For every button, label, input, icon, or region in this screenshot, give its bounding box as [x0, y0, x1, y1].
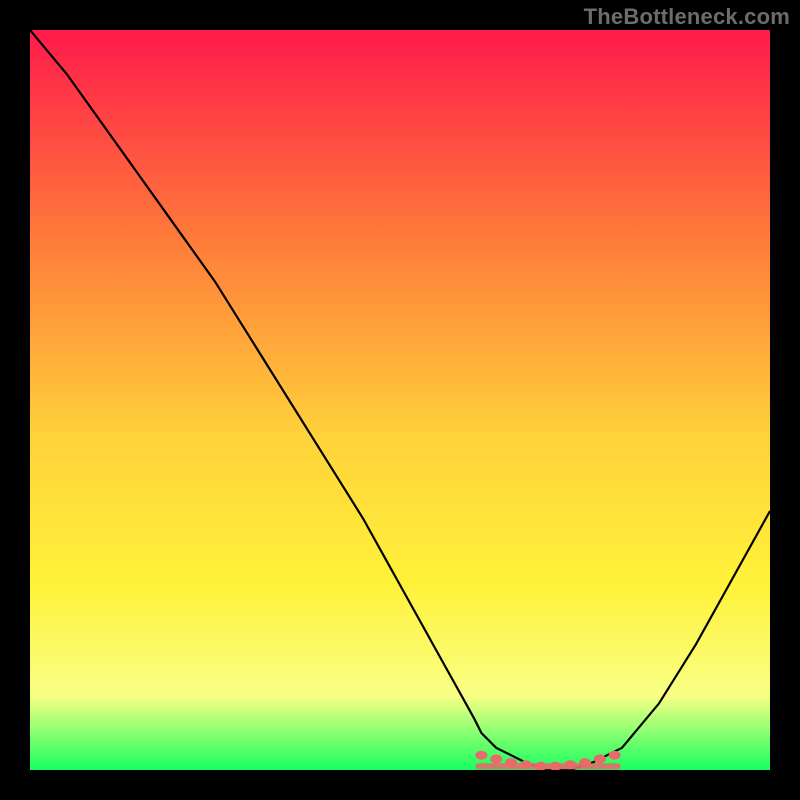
marker-dot [505, 758, 517, 767]
chart-frame: TheBottleneck.com [0, 0, 800, 800]
watermark-text: TheBottleneck.com [584, 4, 790, 30]
marker-dot [609, 751, 621, 760]
marker-dot [520, 760, 532, 769]
marker-dot [564, 760, 576, 769]
chart-svg [30, 30, 770, 770]
marker-dot [579, 758, 591, 767]
marker-dot [594, 754, 606, 763]
marker-dot [490, 754, 502, 763]
chart-plot-area [30, 30, 770, 770]
gradient-background [30, 30, 770, 770]
marker-dot [475, 751, 487, 760]
marker-bar [475, 763, 620, 769]
